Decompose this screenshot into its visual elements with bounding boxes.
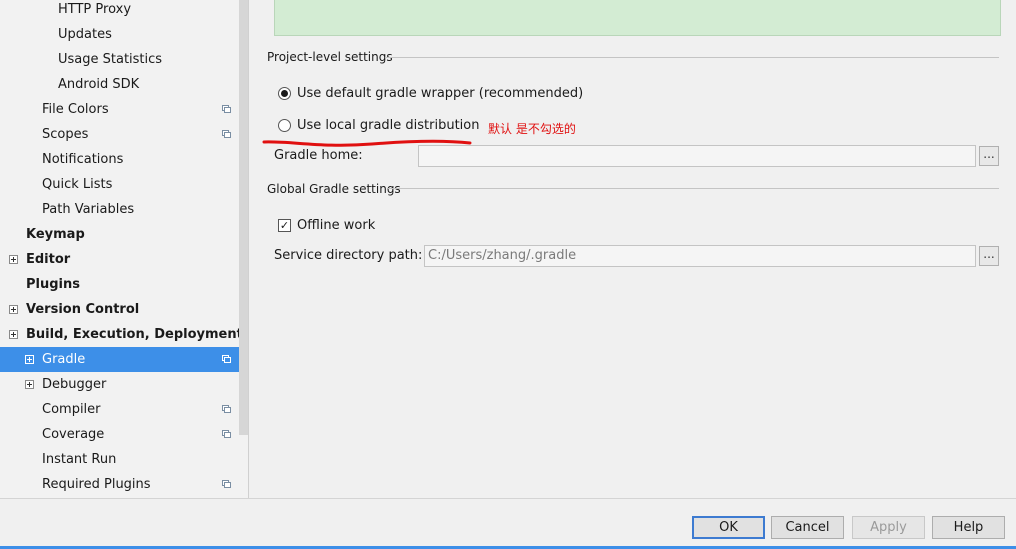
- project-level-icon: [222, 430, 232, 439]
- sidebar-item-label: Notifications: [42, 152, 124, 167]
- service-directory-input[interactable]: C:/Users/zhang/.gradle: [424, 245, 976, 267]
- apply-button[interactable]: Apply: [852, 516, 925, 539]
- expand-icon[interactable]: [9, 330, 18, 339]
- gradle-home-input[interactable]: [418, 145, 976, 167]
- sidebar-item-android-sdk[interactable]: Android SDK: [0, 72, 239, 97]
- settings-sidebar: HTTP Proxy Updates Usage Statistics Android…: [0, 0, 249, 498]
- sidebar-item-http-proxy[interactable]: HTTP Proxy: [0, 0, 239, 22]
- sidebar-item-editor[interactable]: Editor: [0, 247, 239, 272]
- sidebar-item-notifications[interactable]: Notifications: [0, 147, 239, 172]
- project-level-icon: [222, 105, 232, 114]
- global-gradle-settings-title: Global Gradle settings: [267, 182, 401, 196]
- sidebar-item-usage-statistics[interactable]: Usage Statistics: [0, 47, 239, 72]
- sidebar-item-label: Usage Statistics: [58, 52, 163, 67]
- service-directory-label: Service directory path:: [274, 248, 423, 263]
- project-level-icon: [222, 355, 232, 364]
- sidebar-item-build-execution-deployment[interactable]: Build, Execution, Deployment: [0, 322, 243, 347]
- offline-work-checkbox[interactable]: ✓: [278, 219, 291, 232]
- sidebar-item-label: Path Variables: [42, 202, 135, 217]
- sidebar-item-debugger[interactable]: Debugger: [0, 372, 239, 397]
- gradle-home-browse-button[interactable]: ...: [979, 146, 999, 166]
- sidebar-item-label: Quick Lists: [42, 177, 113, 192]
- radio-local-gradle-distribution-label: Use local gradle distribution: [297, 118, 480, 133]
- project-level-icon: [222, 130, 232, 139]
- radio-button-selected[interactable]: [278, 87, 291, 100]
- expand-icon[interactable]: [25, 380, 34, 389]
- sidebar-item-compiler[interactable]: Compiler: [0, 397, 239, 422]
- project-level-separator: [385, 57, 999, 58]
- sidebar-item-label: Coverage: [42, 427, 105, 442]
- annotation-note: 默认 是不勾选的: [488, 122, 576, 136]
- global-settings-separator: [388, 188, 999, 189]
- sidebar-item-gradle[interactable]: Gradle: [0, 347, 248, 372]
- sidebar-item-label: Android SDK: [58, 77, 140, 92]
- sidebar-item-scopes[interactable]: Scopes: [0, 122, 239, 147]
- sidebar-item-label: HTTP Proxy: [58, 2, 132, 17]
- sidebar-item-label: Debugger: [42, 377, 107, 392]
- project-level-settings-title: Project-level settings: [267, 50, 393, 64]
- gradle-home-label: Gradle home:: [274, 148, 363, 163]
- sidebar-item-quick-lists[interactable]: Quick Lists: [0, 172, 239, 197]
- sidebar-item-label: Updates: [58, 27, 112, 42]
- sidebar-item-required-plugins[interactable]: Required Plugins: [0, 472, 239, 497]
- sidebar-item-path-variables[interactable]: Path Variables: [0, 197, 239, 222]
- expand-icon[interactable]: [25, 355, 34, 364]
- offline-work-label: Offline work: [297, 218, 376, 233]
- project-level-icon: [222, 405, 232, 414]
- sidebar-item-updates[interactable]: Updates: [0, 22, 239, 47]
- sidebar-item-label: Build, Execution, Deployment: [26, 327, 243, 342]
- cancel-button[interactable]: Cancel: [771, 516, 844, 539]
- sidebar-item-file-colors[interactable]: File Colors: [0, 97, 239, 122]
- radio-default-gradle-wrapper-label: Use default gradle wrapper (recommended): [297, 86, 584, 101]
- sidebar-item-label: Keymap: [26, 227, 85, 242]
- sidebar-item-label: Scopes: [42, 127, 89, 142]
- sidebar-item-plugins[interactable]: Plugins: [0, 272, 239, 297]
- service-directory-browse-button[interactable]: ...: [979, 246, 999, 266]
- sidebar-scrollbar-thumb[interactable]: [239, 0, 248, 435]
- expand-icon[interactable]: [9, 255, 18, 264]
- sidebar-item-label: Editor: [26, 252, 71, 267]
- project-level-icon: [222, 480, 232, 489]
- sidebar-item-label: Version Control: [26, 302, 140, 317]
- ok-button[interactable]: OK: [692, 516, 765, 539]
- sidebar-item-label: File Colors: [42, 102, 109, 117]
- help-button[interactable]: Help: [932, 516, 1005, 539]
- sidebar-item-label: Instant Run: [42, 452, 117, 467]
- sidebar-item-label: Required Plugins: [42, 477, 151, 492]
- sidebar-item-coverage[interactable]: Coverage: [0, 422, 239, 447]
- expand-icon[interactable]: [9, 305, 18, 314]
- sidebar-item-version-control[interactable]: Version Control: [0, 297, 239, 322]
- radio-button-unselected[interactable]: [278, 119, 291, 132]
- sidebar-item-label: Gradle: [42, 352, 86, 367]
- sidebar-item-label: Plugins: [26, 277, 80, 292]
- sidebar-item-label: Compiler: [42, 402, 101, 417]
- sidebar-item-instant-run[interactable]: Instant Run: [0, 447, 239, 472]
- info-panel: [274, 0, 1001, 36]
- sidebar-item-keymap[interactable]: Keymap: [0, 222, 239, 247]
